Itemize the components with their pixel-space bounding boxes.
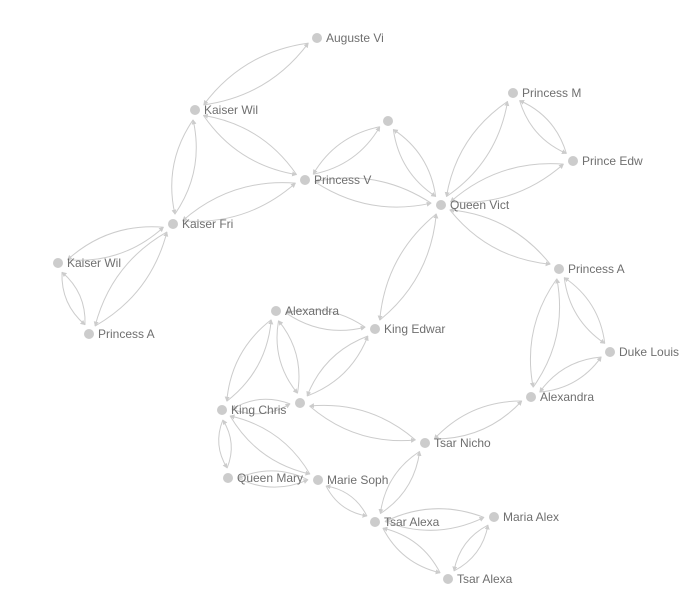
graph-edge: [227, 320, 271, 401]
graph-edge: [277, 321, 297, 394]
graph-edge: [175, 120, 196, 214]
graph-edge: [520, 100, 567, 153]
nodes-layer: Auguste Vi Princess M Kaiser Wil Prince Edw…: [53, 31, 679, 586]
graph-edge: [326, 486, 367, 516]
graph-edge: [307, 336, 368, 396]
graph-node[interactable]: [568, 156, 578, 166]
graph-edge: [204, 43, 309, 105]
graph-edge: [219, 420, 227, 468]
graph-edge: [326, 486, 367, 516]
graph-node-label: Kaiser Wil: [67, 256, 121, 270]
graph-edge: [310, 405, 416, 440]
graph-edge: [380, 214, 437, 320]
graph-edge: [454, 525, 488, 571]
graph-node[interactable]: [84, 329, 94, 339]
graph-node[interactable]: [300, 175, 310, 185]
graph-node-label: Auguste Vi: [326, 31, 384, 45]
graph-node-label: Marie Soph: [327, 473, 388, 487]
graph-node[interactable]: [489, 512, 499, 522]
graph-edge: [95, 232, 167, 326]
graph-node-label: King Chris: [231, 403, 286, 417]
graph-edge: [383, 528, 440, 573]
graph-node-label: Princess V: [314, 173, 371, 187]
graph-node[interactable]: [370, 324, 380, 334]
graph-edge: [520, 100, 567, 153]
graph-node-label: Kaiser Fri: [182, 217, 233, 231]
graph-edge: [203, 115, 296, 174]
graph-node-label: Princess A: [568, 262, 625, 276]
graph-edge: [540, 357, 602, 392]
graph-node[interactable]: [554, 264, 564, 274]
graph-edge: [564, 278, 605, 344]
graph-edge: [564, 278, 605, 344]
graph-edge: [450, 210, 550, 264]
graph-edge: [227, 320, 271, 401]
graph-edge: [279, 321, 299, 394]
graph-node[interactable]: [271, 306, 281, 316]
graph-edge: [393, 129, 435, 196]
graph-node-label: Queen Vict: [450, 198, 510, 212]
graph-node[interactable]: [312, 33, 322, 43]
graph-node-label: Kaiser Wil: [204, 103, 258, 117]
graph-edge: [450, 210, 550, 264]
graph-edge: [230, 416, 310, 474]
graph-node[interactable]: [53, 258, 63, 268]
graph-node-label: Queen Mary: [237, 471, 303, 485]
graph-node-label: Tsar Nicho: [434, 436, 491, 450]
graph-edge: [434, 401, 522, 439]
graph-node[interactable]: [508, 88, 518, 98]
graph-edge: [434, 401, 522, 439]
graph-node-label: Alexandra: [285, 304, 339, 318]
graph-node[interactable]: [443, 574, 453, 584]
graph-node-label: Princess M: [522, 86, 581, 100]
graph-node-label: Prince Edw: [582, 154, 643, 168]
graph-edge: [203, 115, 296, 174]
graph-node[interactable]: [370, 517, 380, 527]
graph-edge: [223, 420, 231, 468]
graph-node[interactable]: [526, 392, 536, 402]
graph-node[interactable]: [436, 200, 446, 210]
graph-edge: [313, 127, 380, 174]
graph-node[interactable]: [295, 398, 305, 408]
graph-edge: [230, 416, 310, 474]
graph-node[interactable]: [223, 473, 233, 483]
graph-node-label: Maria Alex: [503, 510, 559, 524]
graph-node-label: Princess A: [98, 327, 155, 341]
graph-edge: [95, 232, 167, 326]
graph-node-label: Alexandra: [540, 390, 594, 404]
graph-edge: [380, 214, 437, 320]
graph-edge: [383, 528, 440, 573]
graph-node-label: Duke Louis: [619, 345, 679, 359]
graph-node[interactable]: [168, 219, 178, 229]
graph-node[interactable]: [383, 116, 393, 126]
graph-node[interactable]: [313, 475, 323, 485]
graph-edge: [313, 127, 380, 174]
graph-node-label: King Edwar: [384, 322, 445, 336]
graph-edge: [540, 357, 602, 392]
graph-canvas[interactable]: Auguste Vi Princess M Kaiser Wil Prince Edw…: [0, 0, 699, 606]
graph-edge: [454, 525, 488, 571]
graph-edge: [172, 120, 193, 214]
graph-node[interactable]: [217, 405, 227, 415]
graph-edge: [204, 43, 309, 105]
graph-node-label: Tsar Alexa: [384, 515, 440, 529]
graph-node[interactable]: [190, 105, 200, 115]
graph-node[interactable]: [420, 438, 430, 448]
graph-node[interactable]: [605, 347, 615, 357]
graph-node-label: Tsar Alexa: [457, 572, 513, 586]
graph-edge: [393, 129, 435, 196]
graph-edge: [310, 406, 416, 441]
graph-edge: [307, 336, 368, 396]
